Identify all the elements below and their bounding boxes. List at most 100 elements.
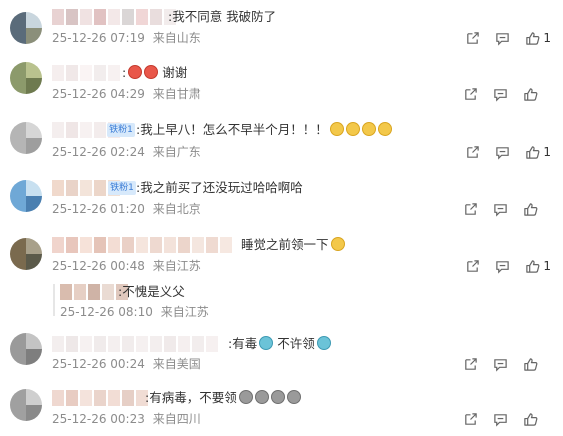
like-button[interactable] — [523, 87, 541, 102]
comment-text: :我不同意 我破防了 — [168, 9, 277, 24]
comment-icon — [496, 146, 510, 160]
comment-button[interactable] — [495, 259, 510, 274]
comment-text-part: :有毒 — [228, 336, 258, 351]
comment-button[interactable] — [493, 412, 508, 427]
comment-actions — [448, 356, 551, 372]
comment-actions — [448, 411, 551, 427]
fan-badge: 铁粉1 — [108, 181, 136, 195]
emoji-icon — [144, 65, 159, 79]
comment-location: 来自甘肃 — [152, 87, 201, 101]
comment-meta: 25-12-26 02:24 来自广东 — [52, 145, 201, 159]
like-button[interactable]: 1 — [525, 259, 551, 274]
comment-date: 25-12-26 01:20 — [52, 202, 145, 216]
like-icon — [526, 259, 540, 273]
like-icon — [524, 87, 538, 101]
comment-date: 25-12-26 00:24 — [52, 357, 145, 371]
comment-actions — [448, 201, 551, 217]
comment-icon — [494, 203, 507, 217]
avatar[interactable] — [10, 12, 42, 44]
like-icon — [524, 357, 538, 371]
comment-text: :我上早八！怎么不早半个月！！！ — [136, 122, 392, 138]
username[interactable] — [52, 237, 232, 253]
emoji-icon — [254, 390, 269, 404]
comment-location: 来自北京 — [152, 202, 201, 216]
like-count: 1 — [543, 145, 551, 159]
comment-text: :我之前买了还没玩过哈哈啊哈 — [136, 180, 303, 195]
comment-icon — [496, 260, 510, 274]
like-button[interactable] — [523, 357, 541, 372]
share-icon — [465, 412, 477, 425]
avatar[interactable] — [10, 62, 42, 94]
like-icon — [526, 31, 540, 45]
comment-location: 来自江苏 — [152, 259, 201, 273]
username[interactable] — [52, 65, 120, 81]
like-icon — [524, 412, 538, 426]
share-icon — [467, 259, 480, 272]
like-button[interactable]: 1 — [525, 31, 551, 46]
comment-text: :有毒 不许领 — [228, 336, 331, 352]
avatar[interactable] — [10, 122, 42, 154]
username[interactable] — [52, 390, 148, 406]
comment-meta: 25-12-26 07:19 来自山东 — [52, 31, 201, 45]
comment-actions: 1 — [450, 30, 551, 46]
comment-date: 25-12-26 02:24 — [52, 145, 145, 159]
like-button[interactable] — [523, 412, 541, 427]
share-button[interactable] — [463, 202, 478, 217]
comment-icon — [494, 413, 507, 427]
share-icon — [465, 87, 477, 100]
comment-location: 来自美国 — [152, 357, 201, 371]
username[interactable] — [52, 336, 218, 352]
share-button[interactable] — [463, 87, 478, 102]
share-button[interactable] — [463, 357, 478, 372]
comment-text-part: 谢谢 — [162, 65, 188, 80]
share-button[interactable] — [465, 31, 480, 46]
reply-date: 25-12-26 08:10 — [60, 305, 153, 319]
reply-location: 来自江苏 — [160, 305, 209, 319]
avatar[interactable] — [10, 238, 42, 270]
username[interactable] — [52, 9, 176, 25]
comment-text: :有病毒，不要领 — [145, 390, 301, 406]
comment-button[interactable] — [493, 87, 508, 102]
avatar[interactable] — [10, 180, 42, 212]
share-icon — [465, 202, 477, 215]
comment-icon — [494, 88, 507, 102]
comment-button[interactable] — [495, 145, 510, 160]
comment-button[interactable] — [493, 202, 508, 217]
comment-actions: 1 — [450, 144, 551, 160]
avatar[interactable] — [10, 389, 42, 421]
comment-text: 睡觉之前领一下 — [241, 237, 345, 253]
emoji-icon — [238, 390, 253, 404]
emoji-icon — [345, 122, 360, 136]
comment-button[interactable] — [493, 357, 508, 372]
share-button[interactable] — [465, 145, 480, 160]
comment-location: 来自四川 — [152, 412, 201, 426]
comment-actions: 1 — [450, 258, 551, 274]
reply-meta: 25-12-26 08:10 来自江苏 — [60, 305, 209, 319]
comment-meta: 25-12-26 04:29 来自甘肃 — [52, 87, 201, 101]
comment-icon — [496, 32, 510, 46]
comment-date: 25-12-26 04:29 — [52, 87, 145, 101]
like-icon — [526, 145, 540, 159]
comment-meta: 25-12-26 01:20 来自北京 — [52, 202, 201, 216]
comment-text-part: 不许领 — [277, 336, 315, 351]
share-button[interactable] — [465, 259, 480, 274]
comment-date: 25-12-26 00:23 — [52, 412, 145, 426]
comment-meta: 25-12-26 00:24 来自美国 — [52, 357, 201, 371]
share-icon — [467, 145, 480, 158]
like-icon — [524, 202, 538, 216]
comment-button[interactable] — [495, 31, 510, 46]
comment-meta: 25-12-26 00:48 来自江苏 — [52, 259, 201, 273]
comment-text-part: : — [122, 65, 127, 80]
like-button[interactable] — [523, 202, 541, 217]
avatar[interactable] — [10, 333, 42, 365]
comment-meta: 25-12-26 00:23 来自四川 — [52, 412, 201, 426]
like-button[interactable]: 1 — [525, 145, 551, 160]
emoji-icon — [270, 390, 285, 404]
comment-icon — [494, 358, 507, 372]
like-count: 1 — [543, 31, 551, 45]
emoji-icon — [361, 122, 376, 136]
comment-location: 来自山东 — [152, 31, 201, 45]
share-button[interactable] — [463, 412, 478, 427]
reply-divider — [53, 284, 55, 316]
reply-text: :不愧是义父 — [118, 284, 185, 299]
